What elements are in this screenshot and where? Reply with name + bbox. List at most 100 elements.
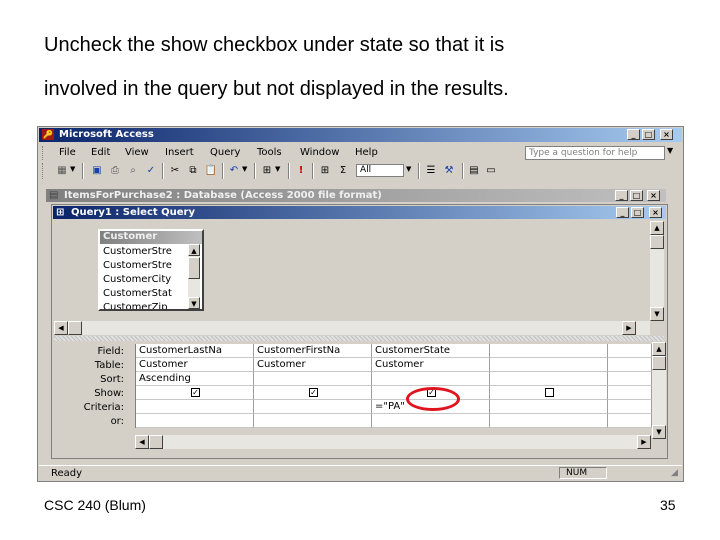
table-cell[interactable]: Customer — [136, 358, 254, 372]
scroll-down-icon[interactable]: ▼ — [652, 425, 666, 439]
show-checkbox[interactable]: ✓ — [191, 388, 200, 397]
access-key-icon: 🔑 — [42, 129, 54, 140]
new-object-icon[interactable]: ▭ — [484, 164, 498, 177]
pane-splitter[interactable] — [54, 336, 664, 341]
scroll-thumb[interactable] — [68, 321, 82, 335]
field-list-item[interactable]: CustomerCity — [103, 273, 189, 288]
menu-tools[interactable]: Tools — [257, 147, 282, 158]
undo-dropdown-icon[interactable]: ▼ — [242, 165, 247, 173]
field-cell[interactable]: CustomerFirstNa — [254, 344, 372, 358]
totals-icon[interactable]: Σ — [336, 164, 350, 177]
menu-file[interactable]: File — [59, 147, 76, 158]
scroll-thumb[interactable] — [650, 235, 664, 249]
sort-cell[interactable]: Ascending — [136, 372, 254, 386]
paste-icon[interactable]: 📋 — [204, 164, 218, 177]
cut-icon[interactable]: ✂ — [168, 164, 182, 177]
copy-icon[interactable]: ⧉ — [186, 164, 200, 177]
menu-view[interactable]: View — [125, 147, 149, 158]
highlight-circle — [406, 387, 460, 411]
spelling-icon[interactable]: ✓ — [144, 164, 158, 177]
table-cell[interactable]: Customer — [372, 358, 490, 372]
customer-field-list[interactable]: Customer CustomerStre CustomerStre Custo… — [98, 229, 204, 311]
scroll-up-icon[interactable]: ▲ — [188, 244, 200, 256]
sort-cell[interactable] — [608, 372, 652, 386]
help-dropdown-icon[interactable]: ▼ — [667, 146, 673, 155]
menu-window[interactable]: Window — [300, 147, 339, 158]
menu-insert[interactable]: Insert — [165, 147, 194, 158]
save-icon[interactable]: ▣ — [90, 164, 104, 177]
criteria-cell[interactable] — [136, 400, 254, 414]
or-cell[interactable] — [372, 414, 490, 428]
menu-help[interactable]: Help — [355, 147, 378, 158]
print-icon[interactable]: ⎙ — [108, 164, 122, 177]
table-cell[interactable] — [608, 358, 652, 372]
table-pane-vscroll[interactable]: ▲ ▼ — [650, 221, 664, 321]
query-type-dropdown-icon[interactable]: ▼ — [275, 165, 280, 173]
app-minimize-button[interactable]: _ — [627, 129, 640, 140]
criteria-cell[interactable] — [608, 400, 652, 414]
field-list-title: Customer — [100, 231, 202, 244]
resize-grip-icon[interactable]: ◢ — [671, 468, 678, 478]
scroll-left-icon[interactable]: ◀ — [54, 321, 68, 335]
sort-cell[interactable] — [490, 372, 608, 386]
field-cell[interactable] — [608, 344, 652, 358]
run-icon[interactable]: ! — [294, 164, 308, 177]
view-dropdown-icon[interactable]: ▼ — [70, 165, 75, 173]
sort-cell[interactable] — [372, 372, 490, 386]
table-cell[interactable] — [490, 358, 608, 372]
show-checkbox[interactable] — [545, 388, 554, 397]
grid-body: CustomerLastNa Customer Ascending ✓ Cust… — [135, 344, 652, 428]
database-window-icon[interactable]: ▤ — [467, 164, 481, 177]
scroll-up-icon[interactable]: ▲ — [652, 342, 666, 356]
view-icon[interactable]: ▦ — [55, 164, 69, 177]
criteria-cell[interactable] — [254, 400, 372, 414]
field-list-item[interactable]: CustomerStre — [103, 245, 189, 260]
field-cell[interactable]: CustomerLastNa — [136, 344, 254, 358]
scroll-thumb[interactable] — [652, 356, 666, 370]
query-close-button[interactable]: × — [649, 207, 662, 218]
db-minimize-button[interactable]: _ — [615, 190, 628, 201]
top-values-select[interactable]: All — [356, 164, 404, 177]
or-cell[interactable] — [136, 414, 254, 428]
properties-icon[interactable]: ☰ — [424, 164, 438, 177]
scroll-thumb[interactable] — [188, 257, 200, 279]
show-table-icon[interactable]: ⊞ — [318, 164, 332, 177]
app-maximize-button[interactable]: □ — [642, 129, 655, 140]
scroll-right-icon[interactable]: ▶ — [622, 321, 636, 335]
db-maximize-button[interactable]: □ — [630, 190, 643, 201]
top-values-dropdown-icon[interactable]: ▼ — [406, 165, 411, 173]
or-cell[interactable] — [254, 414, 372, 428]
undo-icon[interactable]: ↶ — [227, 164, 241, 177]
criteria-cell[interactable] — [490, 400, 608, 414]
scroll-left-icon[interactable]: ◀ — [135, 435, 149, 449]
field-list-item[interactable]: CustomerStre — [103, 259, 189, 274]
print-preview-icon[interactable]: ⌕ — [126, 164, 140, 177]
query-minimize-button[interactable]: _ — [616, 207, 629, 218]
build-icon[interactable]: ⚒ — [442, 164, 456, 177]
grid-vscroll[interactable]: ▲ ▼ — [652, 342, 666, 439]
or-cell[interactable] — [490, 414, 608, 428]
query-type-icon[interactable]: ⊞ — [260, 164, 274, 177]
scroll-right-icon[interactable]: ▶ — [637, 435, 651, 449]
menu-query[interactable]: Query — [210, 147, 240, 158]
help-search-input[interactable]: Type a question for help — [525, 146, 665, 160]
scroll-down-icon[interactable]: ▼ — [188, 297, 200, 309]
scroll-thumb[interactable] — [149, 435, 163, 449]
menu-edit[interactable]: Edit — [91, 147, 110, 158]
field-cell[interactable]: CustomerState — [372, 344, 490, 358]
table-pane-hscroll[interactable]: ◀ ▶ — [54, 321, 650, 335]
table-cell[interactable]: Customer — [254, 358, 372, 372]
app-close-button[interactable]: × — [660, 129, 673, 140]
db-close-button[interactable]: × — [647, 190, 660, 201]
sort-cell[interactable] — [254, 372, 372, 386]
grid-hscroll[interactable]: ◀ ▶ — [135, 435, 651, 449]
query-maximize-button[interactable]: □ — [631, 207, 644, 218]
scroll-down-icon[interactable]: ▼ — [650, 307, 664, 321]
field-list-item[interactable]: CustomerZip — [103, 301, 189, 309]
field-list-item[interactable]: CustomerStat — [103, 287, 189, 302]
field-cell[interactable] — [490, 344, 608, 358]
field-list-scrollbar[interactable]: ▲ ▼ — [188, 244, 200, 309]
show-checkbox[interactable]: ✓ — [309, 388, 318, 397]
scroll-up-icon[interactable]: ▲ — [650, 221, 664, 235]
or-cell[interactable] — [608, 414, 652, 428]
